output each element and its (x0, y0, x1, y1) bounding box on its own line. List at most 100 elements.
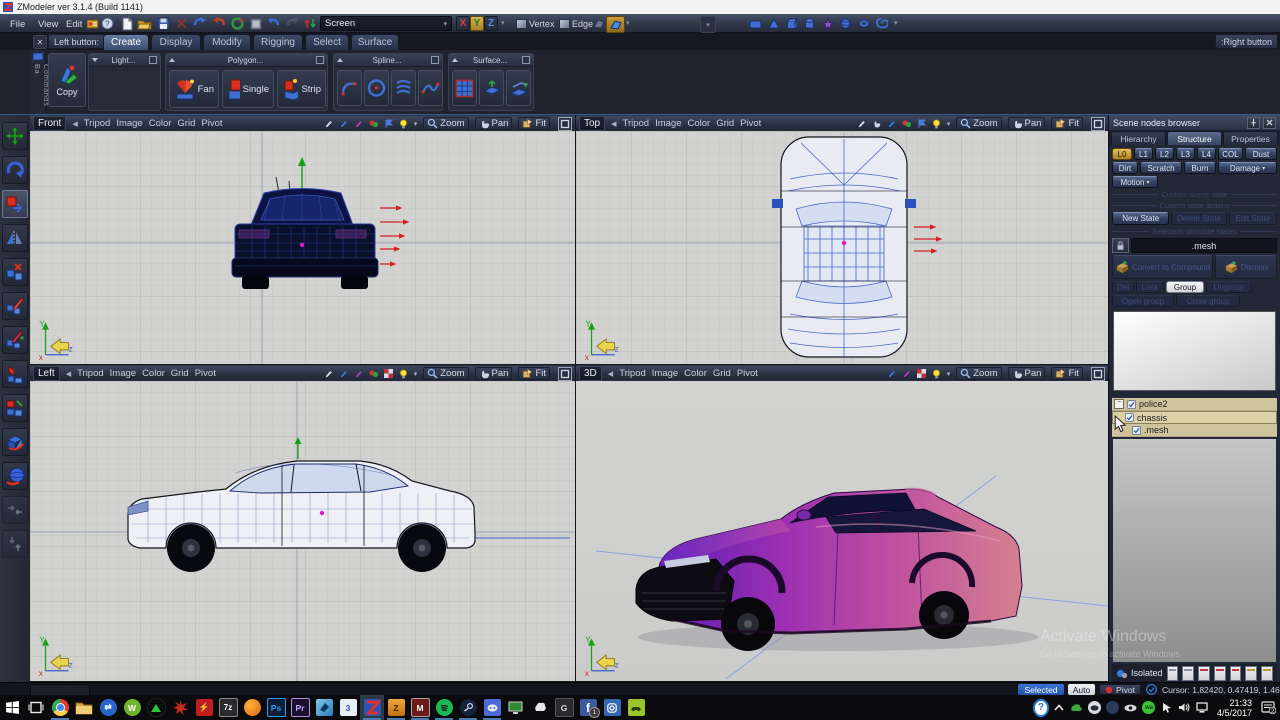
pivot-button[interactable]: Pivot (1099, 684, 1141, 695)
vegas-taskbar-icon[interactable]: 3 (336, 695, 360, 720)
material-icon[interactable] (247, 16, 264, 31)
lod-l3-button[interactable]: L3 (1176, 148, 1195, 160)
pencil-blue-icon[interactable] (339, 369, 348, 379)
collapse-arrow-icon[interactable]: ◀ (66, 370, 71, 378)
mesh-name-field[interactable]: .mesh (1131, 238, 1277, 253)
redo-icon[interactable] (283, 16, 300, 31)
vertex-mode-button[interactable]: Vertex (513, 16, 558, 31)
lod-l1-button[interactable]: L1 (1134, 148, 1153, 160)
detail-view-icon[interactable] (1182, 666, 1194, 681)
header-dropdown-icon[interactable]: ▾ (414, 370, 418, 378)
start-button[interactable] (0, 695, 24, 720)
group-button[interactable]: Group (1166, 281, 1204, 293)
steam-taskbar-icon[interactable] (456, 695, 480, 720)
photoshop-taskbar-icon[interactable]: Ps (264, 695, 288, 720)
tab-surface[interactable]: Surface (351, 34, 399, 50)
facebook-taskbar-icon[interactable]: f1 (576, 695, 600, 720)
axis-z-button[interactable]: Z (484, 16, 498, 31)
spline-helix-tool[interactable] (391, 70, 416, 106)
help-icon[interactable]: ? (99, 16, 116, 31)
pencil-blue-icon[interactable] (887, 119, 896, 129)
paint-vertices-button[interactable] (2, 292, 28, 320)
gta-taskbar-icon[interactable]: G (552, 695, 576, 720)
export-icon[interactable] (210, 16, 227, 31)
pencil-purple-icon[interactable] (902, 369, 911, 379)
pencil-purple-icon[interactable] (354, 119, 363, 129)
fit-button[interactable]: Fit (1051, 367, 1083, 380)
maximize-viewport-icon[interactable] (1091, 117, 1105, 131)
extra-dropdown-icon[interactable]: ▾ (700, 16, 716, 33)
filter-red-icon[interactable] (1198, 666, 1210, 681)
volume-tray-icon[interactable] (1177, 698, 1193, 718)
cloud-app-taskbar-icon[interactable] (144, 695, 168, 720)
fan-tool-button[interactable]: Fan (169, 70, 219, 108)
maximize-viewport-icon[interactable] (558, 117, 572, 131)
lod-l0-button[interactable]: L0 (1112, 148, 1132, 160)
left-button-close-icon[interactable]: ✕ (33, 35, 47, 49)
primitive-dropdown-icon[interactable]: ▾ (890, 17, 902, 30)
new-file-icon[interactable] (118, 16, 135, 31)
flag-icon[interactable] (384, 119, 393, 129)
dirt-button[interactable]: Dirt (1112, 162, 1138, 174)
surface-loft-tool[interactable] (506, 70, 531, 106)
snap-check-icon[interactable] (1146, 684, 1157, 695)
viewport-top-canvas[interactable] (576, 131, 1108, 364)
edit-mesh-button[interactable] (2, 326, 28, 354)
viewport-3d-canvas[interactable] (576, 381, 1108, 681)
uv-tool-button[interactable] (2, 394, 28, 422)
nav-color[interactable]: Color (142, 368, 165, 379)
nav-pivot[interactable]: Pivot (195, 368, 216, 379)
close-group-button[interactable]: Close group (1176, 295, 1240, 307)
axis-x-button[interactable]: X (456, 16, 470, 31)
tree-row-chassis[interactable]: chassis (1112, 411, 1277, 424)
nav-pivot[interactable]: Pivot (740, 118, 761, 129)
help-tray-icon[interactable]: ? (1033, 698, 1049, 718)
fit-button[interactable]: Fit (518, 117, 550, 130)
screen-mode-dropdown[interactable]: Screen▾ (320, 16, 452, 31)
nav-pivot[interactable]: Pivot (201, 118, 222, 129)
zmodeler-taskbar-icon[interactable] (360, 695, 384, 720)
viewport-front-label[interactable]: Front (33, 116, 66, 131)
lock-button[interactable]: Lock (1136, 281, 1164, 293)
palette-icon[interactable] (369, 119, 378, 129)
zoom-button[interactable]: Zoom (956, 117, 1001, 130)
pan-button[interactable]: Pan (475, 117, 513, 130)
collapse-arrow-icon[interactable]: ◀ (608, 370, 613, 378)
viewport-left-canvas[interactable] (30, 381, 575, 681)
nav-pivot[interactable]: Pivot (737, 368, 758, 379)
edit-state-button[interactable]: Edit State (1229, 212, 1277, 225)
auto-button[interactable]: Auto (1068, 684, 1095, 695)
7zip-taskbar-icon[interactable]: 7z (216, 695, 240, 720)
folder-view-icon[interactable] (1245, 666, 1257, 681)
panel-options-icon[interactable] (522, 56, 530, 64)
viewport-left-label[interactable]: Left (33, 366, 60, 381)
undo-icon[interactable] (265, 16, 282, 31)
nav-grid[interactable]: Grid (177, 118, 195, 129)
lightbulb-icon[interactable] (399, 119, 408, 129)
pencil-blue-icon[interactable] (339, 119, 348, 129)
nav-color[interactable]: Color (688, 118, 711, 129)
pan-button[interactable]: Pan (1008, 117, 1046, 130)
poly-mode-icon[interactable] (590, 16, 607, 31)
damage-dropdown[interactable]: Damage▾ (1218, 162, 1277, 174)
nav-image[interactable]: Image (652, 368, 678, 379)
import-icon[interactable] (191, 16, 208, 31)
surface-extrude-tool[interactable] (479, 70, 504, 106)
surface-grid-tool[interactable] (452, 70, 477, 106)
tab-hierarchy[interactable]: Hierarchy (1111, 131, 1166, 145)
lightbulb-icon[interactable] (932, 119, 941, 129)
dismiss-button[interactable]: Dismiss (1215, 255, 1277, 279)
convert-to-compound-button[interactable]: Convert to Compound (1112, 255, 1213, 279)
single-tool-button[interactable]: Single (222, 70, 274, 108)
menu-file[interactable]: File (6, 17, 29, 30)
filter-red2-icon[interactable] (1214, 666, 1226, 681)
primitive-cone-icon[interactable] (766, 17, 781, 30)
sphere-tool-button[interactable] (2, 462, 28, 490)
nav-grid[interactable]: Grid (171, 368, 189, 379)
show-hidden-icons[interactable] (1051, 698, 1067, 718)
menu-edit[interactable]: Edit (62, 17, 86, 30)
spline-arc-tool[interactable] (337, 70, 362, 106)
nav-tripod[interactable]: Tripod (619, 368, 646, 379)
swap-icon[interactable] (301, 16, 318, 31)
rotate-tool-button[interactable] (2, 156, 28, 184)
